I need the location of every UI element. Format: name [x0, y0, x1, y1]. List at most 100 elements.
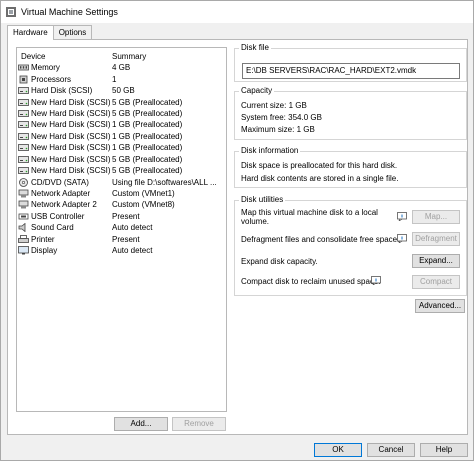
- system-free-text: System free: 354.0 GB: [241, 113, 322, 122]
- device-name: New Hard Disk (SCSI): [31, 108, 111, 118]
- device-name-cell: New Hard Disk (SCSI): [17, 132, 112, 141]
- device-summary: 1 GB (Preallocated): [112, 131, 183, 141]
- disk-info-line-2: Hard disk contents are stored in a singl…: [241, 174, 399, 183]
- map-button[interactable]: Map...: [412, 210, 460, 224]
- tab-hardware[interactable]: Hardware: [7, 25, 54, 40]
- device-row[interactable]: New Hard Disk (SCSI) 1 GB (Preallocated): [17, 142, 226, 153]
- device-list-header: Device Summary: [17, 50, 226, 62]
- device-row[interactable]: Printer Present: [17, 234, 226, 245]
- device-name: New Hard Disk (SCSI): [31, 154, 111, 164]
- device-summary: Present: [112, 211, 140, 221]
- device-summary: Custom (VMnet8): [112, 200, 175, 210]
- device-row[interactable]: New Hard Disk (SCSI) 5 GB (Preallocated): [17, 108, 226, 119]
- ok-button[interactable]: OK: [314, 443, 362, 457]
- device-column-header[interactable]: Device: [17, 52, 109, 61]
- device-summary: 5 GB (Preallocated): [112, 166, 183, 176]
- expand-button[interactable]: Expand...: [412, 254, 460, 268]
- disk-file-title: Disk file: [239, 43, 272, 52]
- disk-information-title: Disk information: [239, 146, 301, 155]
- device-summary: 1 GB (Preallocated): [112, 143, 183, 153]
- device-summary: Present: [112, 234, 140, 244]
- device-name-cell: CD/DVD (SATA): [17, 178, 112, 187]
- processor-icon: [19, 75, 28, 84]
- device-row[interactable]: USB Controller Present: [17, 211, 226, 222]
- device-name: Network Adapter 2: [31, 200, 97, 210]
- add-button[interactable]: Add...: [114, 417, 168, 431]
- summary-column-header[interactable]: Summary: [109, 52, 146, 61]
- hard-disk-icon: [18, 167, 29, 175]
- device-row[interactable]: New Hard Disk (SCSI) 5 GB (Preallocated): [17, 165, 226, 176]
- device-row[interactable]: New Hard Disk (SCSI) 5 GB (Preallocated): [17, 154, 226, 165]
- device-name-cell: Display: [17, 246, 112, 255]
- help-button[interactable]: Help: [420, 443, 468, 457]
- device-name-cell: Sound Card: [17, 223, 112, 233]
- hardware-panel: Device Summary Memory 4 GB Processors 1 Hard…: [7, 39, 468, 435]
- device-name-cell: New Hard Disk (SCSI): [17, 166, 112, 175]
- device-row[interactable]: New Hard Disk (SCSI) 1 GB (Preallocated): [17, 119, 226, 130]
- hard-disk-icon: [18, 121, 29, 129]
- disk-utilities-title: Disk utilities: [239, 195, 286, 204]
- device-name-cell: New Hard Disk (SCSI): [17, 120, 112, 129]
- disk-utilities-group: Disk utilities Map this virtual machine …: [234, 195, 467, 296]
- vmware-icon: [6, 7, 16, 17]
- device-name: CD/DVD (SATA): [31, 177, 89, 187]
- map-description-line-1: Map this virtual machine disk to a local: [241, 208, 378, 217]
- cancel-button[interactable]: Cancel: [367, 443, 415, 457]
- device-name: Printer: [31, 234, 55, 244]
- device-summary: 4 GB: [112, 63, 131, 73]
- hard-disk-icon: [18, 144, 29, 152]
- device-name: New Hard Disk (SCSI): [31, 97, 111, 107]
- disk-file-group: Disk file E:\DB SERVERS\RAC\RAC_HARD\EXT…: [234, 43, 467, 82]
- hard-disk-icon: [18, 155, 29, 163]
- device-summary: Custom (VMnet1): [112, 189, 175, 199]
- device-summary: Using file D:\softwares\ALL ...: [112, 177, 217, 187]
- device-name: Memory: [31, 63, 60, 73]
- device-row[interactable]: New Hard Disk (SCSI) 1 GB (Preallocated): [17, 131, 226, 142]
- device-row[interactable]: Sound Card Auto detect: [17, 222, 226, 233]
- current-size-text: Current size: 1 GB: [241, 101, 307, 110]
- remove-button[interactable]: Remove: [172, 417, 226, 431]
- device-name: Sound Card: [31, 223, 74, 233]
- device-name: New Hard Disk (SCSI): [31, 131, 111, 141]
- compact-description: Compact disk to reclaim unused space.: [241, 277, 381, 286]
- network-adapter-icon: [18, 201, 29, 209]
- compact-button[interactable]: Compact: [412, 275, 460, 289]
- device-row[interactable]: CD/DVD (SATA) Using file D:\softwares\ALL…: [17, 176, 226, 187]
- device-name: USB Controller: [31, 211, 85, 221]
- device-rows: Memory 4 GB Processors 1 Hard Disk (SCSI) 50 …: [17, 62, 226, 256]
- window-title: Virtual Machine Settings: [21, 7, 118, 17]
- printer-icon: [18, 234, 29, 243]
- device-name: Display: [31, 246, 58, 256]
- device-summary: 5 GB (Preallocated): [112, 108, 183, 118]
- device-row[interactable]: Hard Disk (SCSI) 50 GB: [17, 85, 226, 96]
- device-name-cell: Memory: [17, 63, 112, 72]
- capacity-group: Capacity Current size: 1 GB System free:…: [234, 86, 467, 140]
- capacity-title: Capacity: [239, 86, 275, 95]
- device-summary: Auto detect: [112, 223, 153, 233]
- device-name-cell: New Hard Disk (SCSI): [17, 98, 112, 107]
- expand-description: Expand disk capacity.: [241, 257, 318, 266]
- defrag-description: Defragment files and consolidate free sp…: [241, 235, 400, 244]
- vm-settings-window: Virtual Machine Settings Hardware Option…: [0, 0, 474, 461]
- device-name-cell: Network Adapter 2: [17, 200, 112, 209]
- device-row[interactable]: Display Auto detect: [17, 245, 226, 256]
- device-row[interactable]: Network Adapter Custom (VMnet1): [17, 188, 226, 199]
- dialog-button-bar: OK Cancel Help: [1, 437, 473, 461]
- title-bar: Virtual Machine Settings: [1, 1, 473, 23]
- device-name-cell: Network Adapter: [17, 189, 112, 198]
- disk-file-path-field[interactable]: E:\DB SERVERS\RAC\RAC_HARD\EXT2.vmdk: [242, 63, 460, 79]
- defragment-button[interactable]: Defragment: [412, 232, 460, 246]
- device-row[interactable]: Memory 4 GB: [17, 62, 226, 73]
- device-row[interactable]: Processors 1: [17, 73, 226, 84]
- network-adapter-icon: [18, 189, 29, 198]
- device-name: New Hard Disk (SCSI): [31, 120, 111, 130]
- device-row[interactable]: New Hard Disk (SCSI) 5 GB (Preallocated): [17, 96, 226, 107]
- device-name: New Hard Disk (SCSI): [31, 143, 111, 153]
- tab-options[interactable]: Options: [52, 25, 93, 39]
- advanced-button[interactable]: Advanced...: [415, 299, 465, 313]
- device-summary: 1 GB (Preallocated): [112, 120, 183, 130]
- device-name: New Hard Disk (SCSI): [31, 166, 111, 176]
- sound-card-icon: [18, 223, 26, 233]
- device-name: Processors: [31, 74, 72, 84]
- device-row[interactable]: Network Adapter 2 Custom (VMnet8): [17, 199, 226, 210]
